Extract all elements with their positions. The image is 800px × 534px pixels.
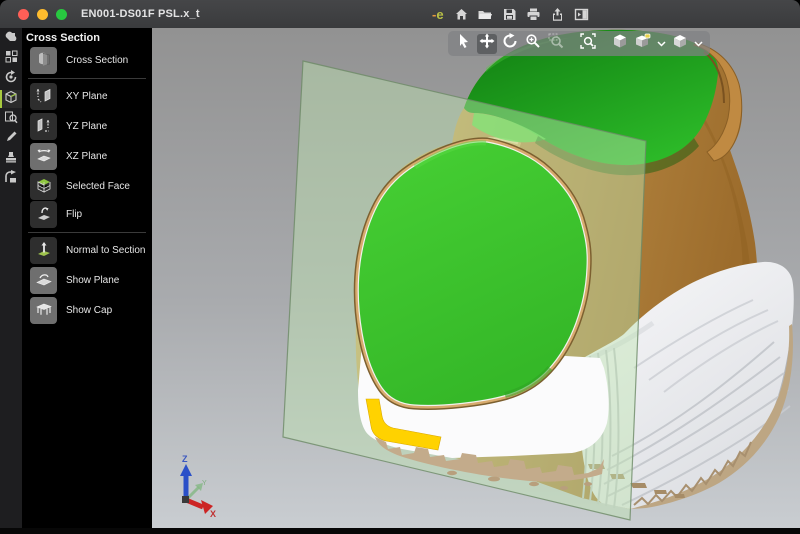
model-scene: Z Y X — [152, 28, 800, 528]
chevron-down-icon — [657, 35, 666, 53]
share-icon — [550, 7, 565, 22]
panel-item-show-plane[interactable]: Show Plane — [30, 266, 150, 294]
display-style-cube-icon — [672, 33, 688, 54]
section-icon — [4, 90, 18, 109]
panel-item-xy-plane[interactable]: XY Plane — [30, 82, 150, 110]
rotate-tool-button[interactable] — [500, 34, 520, 54]
configurations-tab[interactable] — [0, 50, 22, 68]
configurations-icon — [5, 50, 18, 68]
pen-icon — [5, 130, 18, 148]
cross-section-item-icon — [30, 47, 57, 74]
move-tab[interactable] — [0, 70, 22, 88]
rotate-arrows-icon — [4, 70, 18, 89]
edrawings-logo-icon: -e — [432, 7, 444, 22]
panel-item-flip[interactable]: Flip — [30, 200, 150, 228]
panel-item-normal-to-section[interactable]: Normal to Section — [30, 236, 150, 264]
zoom-fit-button[interactable] — [578, 34, 598, 54]
xy-plane-icon — [30, 83, 57, 110]
xz-plane-icon — [30, 143, 57, 170]
appearances-cube-icon — [635, 33, 651, 54]
share-button[interactable] — [549, 6, 566, 23]
window-bottom-edge — [0, 528, 800, 534]
viewport-toolbar — [448, 31, 710, 56]
select-tool-button[interactable] — [454, 34, 474, 54]
titlebar: EN001-DS01F PSL.x_t -e — [0, 0, 800, 28]
zoom-window-button[interactable] — [56, 9, 67, 20]
rotate-icon — [502, 33, 518, 54]
window-title: EN001-DS01F PSL.x_t — [81, 8, 200, 20]
shaded-view-button[interactable] — [610, 34, 630, 54]
selected-face-icon — [30, 173, 57, 200]
print-button[interactable] — [525, 6, 542, 23]
markup-tab[interactable] — [0, 130, 22, 148]
sidebar: Cross Section Cross Section XY Plane YZ … — [0, 28, 152, 528]
zoom-tool-button[interactable] — [523, 34, 543, 54]
home-icon — [454, 7, 469, 22]
export-arrow-icon — [4, 170, 18, 189]
save-button[interactable] — [501, 6, 518, 23]
panel-divider — [28, 78, 146, 79]
viewport[interactable]: Z Y X — [152, 28, 800, 528]
section-cut-face[interactable] — [358, 142, 609, 490]
panel-header: Cross Section — [26, 32, 100, 44]
measure-tab[interactable] — [0, 110, 22, 128]
display-style-button[interactable] — [670, 34, 690, 54]
pan-tool-button[interactable] — [477, 34, 497, 54]
normal-to-section-icon — [30, 237, 57, 264]
flip-icon — [30, 201, 57, 228]
panel-toggle-button[interactable] — [573, 6, 590, 23]
axis-origin — [182, 496, 189, 503]
zoom-window-tool-button[interactable] — [546, 34, 566, 54]
z-axis-label: Z — [182, 454, 188, 464]
y-axis-label: Y — [202, 480, 207, 487]
zoom-window-icon — [548, 33, 564, 54]
components-icon — [4, 30, 18, 49]
measure-icon — [4, 110, 18, 129]
open-button[interactable] — [477, 6, 494, 23]
cross-section-panel: Cross Section Cross Section XY Plane YZ … — [22, 28, 152, 528]
minimize-button[interactable] — [37, 9, 48, 20]
side-panel-icon — [574, 7, 589, 22]
cursor-icon — [456, 33, 472, 54]
display-style-dropdown[interactable] — [693, 34, 704, 54]
chevron-down-icon — [694, 35, 703, 53]
panel-item-yz-plane[interactable]: YZ Plane — [30, 112, 150, 140]
panel-item-show-cap[interactable]: Show Cap — [30, 296, 150, 324]
components-tab[interactable] — [0, 30, 22, 48]
pan-icon — [479, 33, 495, 54]
printer-icon — [526, 7, 541, 22]
tool-strip — [0, 28, 22, 528]
views-tab[interactable] — [0, 170, 22, 188]
stamps-tab[interactable] — [0, 150, 22, 168]
appearances-dropdown[interactable] — [656, 34, 667, 54]
close-button[interactable] — [18, 9, 29, 20]
panel-item-cross-section[interactable]: Cross Section — [30, 46, 150, 74]
app-window: EN001-DS01F PSL.x_t -e Cross Section — [0, 0, 800, 534]
panel-divider — [28, 232, 146, 233]
stamp-icon — [4, 150, 18, 169]
panel-item-selected-face[interactable]: Selected Face — [30, 172, 150, 200]
show-cap-icon — [30, 297, 57, 324]
appearances-button[interactable] — [633, 34, 653, 54]
folder-icon — [477, 7, 493, 22]
traffic-lights — [18, 9, 67, 20]
home-button[interactable] — [453, 6, 470, 23]
zoom-icon — [525, 33, 541, 54]
yz-plane-icon — [30, 113, 57, 140]
zoom-fit-icon — [580, 33, 596, 54]
x-axis-label: X — [210, 509, 216, 519]
panel-item-xz-plane[interactable]: XZ Plane — [30, 142, 150, 170]
show-plane-icon — [30, 267, 57, 294]
floppy-icon — [502, 7, 517, 22]
cross-section-tab[interactable] — [0, 90, 22, 108]
shaded-cube-icon — [612, 33, 628, 54]
